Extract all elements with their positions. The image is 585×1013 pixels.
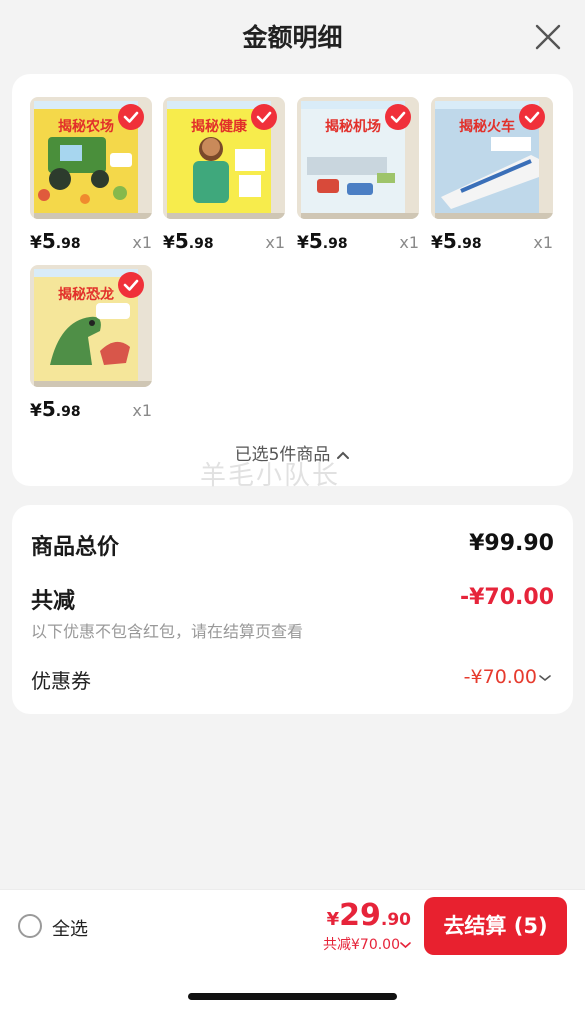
product-thumbnail: 揭秘火车 (431, 97, 553, 219)
cover-title: 揭秘农场 (58, 119, 114, 135)
total-price-label: 商品总价 (31, 535, 120, 560)
product-item-3[interactable]: 揭秘机场 ¥5.98 x1 (297, 97, 419, 253)
price-row: ¥5.98 x1 (30, 397, 152, 421)
price: ¥5.98 (297, 229, 348, 253)
price: ¥5.98 (431, 229, 482, 253)
product-item-2[interactable]: 揭秘健康 ¥5.98 x1 (163, 97, 285, 253)
watermark: 羊毛小队长 (200, 461, 341, 491)
chevron-down-icon (539, 674, 551, 681)
coupon-amount: -¥70.00 (463, 666, 537, 688)
header: 金额明细 (0, 0, 585, 74)
home-indicator[interactable] (188, 993, 397, 1000)
product-thumbnail: 揭秘农场 (30, 97, 152, 219)
quantity: x1 (132, 233, 152, 252)
discount-note: 以下优惠不包含红包，请在结算页查看 (31, 622, 304, 641)
check-icon[interactable] (251, 104, 277, 130)
discount-amount: 共减¥70.00 (323, 937, 400, 953)
product-item-4[interactable]: 揭秘火车 ¥5.98 x1 (431, 97, 553, 253)
product-card: 揭秘农场 ¥5.98 x1 揭秘健康 ¥5.98 x1 揭秘机场 ¥5.98 x… (12, 74, 573, 486)
bottom-bar: 全选 ¥29.90 共减¥70.00 去结算 (5) (0, 889, 585, 961)
coupon-value[interactable]: -¥70.00 (464, 666, 551, 688)
select-all-label[interactable]: 全选 (52, 915, 88, 941)
product-item-5[interactable]: 揭秘恐龙 ¥5.98 x1 (30, 265, 152, 421)
price: ¥5.98 (163, 229, 214, 253)
total-amount: ¥29.90 (326, 898, 411, 933)
close-icon[interactable] (533, 22, 563, 52)
cover-title: 揭秘恐龙 (58, 287, 114, 303)
price: ¥5.98 (30, 397, 81, 421)
price: ¥5.98 (30, 229, 81, 253)
quantity: x1 (399, 233, 419, 252)
footer-area (0, 961, 585, 1013)
product-thumbnail: 揭秘健康 (163, 97, 285, 219)
quantity: x1 (132, 401, 152, 420)
price-row: ¥5.98 x1 (163, 229, 285, 253)
price-row: ¥5.98 x1 (30, 229, 152, 253)
page-title: 金额明细 (242, 23, 343, 52)
reduction-value: -¥70.00 (459, 585, 554, 610)
check-icon[interactable] (118, 104, 144, 130)
chevron-down-icon (400, 942, 411, 949)
total-price-value: ¥99.90 (469, 531, 554, 556)
product-item-1[interactable]: 揭秘农场 ¥5.98 x1 (30, 97, 152, 253)
check-icon[interactable] (385, 104, 411, 130)
check-icon[interactable] (118, 272, 144, 298)
cover-title: 揭秘火车 (459, 119, 515, 135)
cover-title: 揭秘机场 (325, 119, 381, 135)
checkout-button[interactable]: 去结算 (5) (424, 897, 567, 955)
product-thumbnail: 揭秘机场 (297, 97, 419, 219)
price-row: ¥5.98 x1 (431, 229, 553, 253)
discount-summary[interactable]: 共减¥70.00 (323, 934, 411, 954)
price-summary-card: 商品总价 ¥99.90 共减 -¥70.00 以下优惠不包含红包，请在结算页查看… (12, 505, 573, 714)
product-thumbnail: 揭秘恐龙 (30, 265, 152, 387)
coupon-label: 优惠券 (31, 669, 91, 693)
price-row: ¥5.98 x1 (297, 229, 419, 253)
select-all-radio[interactable] (18, 914, 42, 938)
check-icon[interactable] (519, 104, 545, 130)
quantity: x1 (533, 233, 553, 252)
reduction-label: 共减 (31, 589, 76, 614)
cover-title: 揭秘健康 (191, 119, 247, 135)
quantity: x1 (265, 233, 285, 252)
